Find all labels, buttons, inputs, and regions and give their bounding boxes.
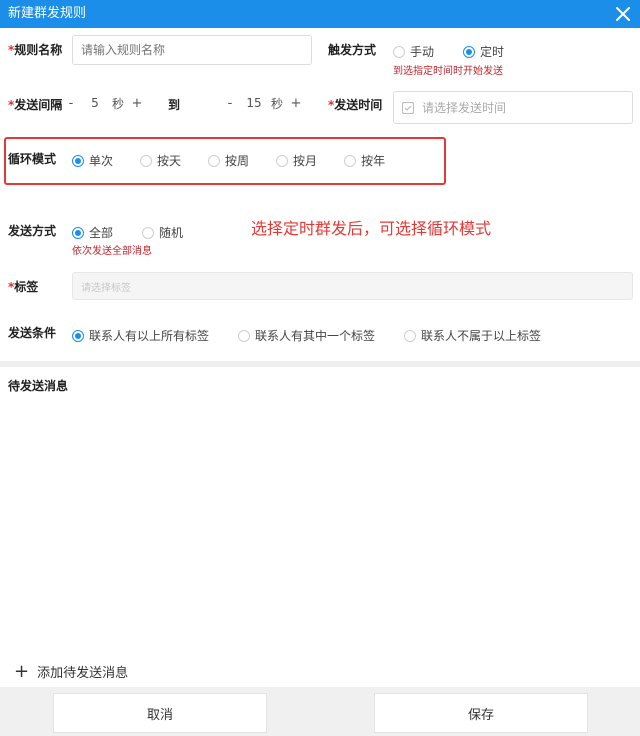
send-method-option-random[interactable]: 随机: [142, 224, 183, 241]
interval-label: *发送间隔: [8, 98, 63, 112]
loop-option-weekly[interactable]: 按周: [208, 152, 249, 169]
send-time-placeholder: 请选择发送时间: [422, 101, 507, 115]
radio-icon: [404, 329, 417, 342]
tags-select[interactable]: 请选择标签: [72, 272, 633, 300]
interval-from-unit: 秒: [111, 96, 124, 111]
dialog-titlebar: 新建群发规则: [0, 0, 640, 28]
send-method-label: 发送方式: [8, 224, 57, 238]
radio-icon: [344, 154, 357, 167]
radio-icon: [140, 154, 153, 167]
trigger-option-scheduled[interactable]: 定时: [463, 43, 504, 60]
condition-option-no-tags[interactable]: 联系人不属于以上标签: [404, 327, 541, 344]
radio-checked-icon: [72, 154, 84, 167]
cancel-button[interactable]: 取消: [53, 693, 267, 733]
tags-placeholder: 请选择标签: [81, 282, 131, 294]
pending-messages-title: 待发送消息: [8, 379, 69, 393]
loop-mode-label: 循环模式: [8, 152, 57, 166]
loop-option-monthly[interactable]: 按月: [276, 152, 317, 169]
send-time-label: *发送时间: [328, 98, 383, 112]
add-pending-message-button[interactable]: + 添加待发送消息: [14, 662, 128, 681]
radio-checked-icon: [72, 226, 84, 239]
add-pending-message-label: 添加待发送消息: [37, 666, 129, 681]
minus-button[interactable]: -: [61, 96, 81, 111]
condition-option-any-tag[interactable]: 联系人有其中一个标签: [238, 327, 375, 344]
send-time-picker[interactable]: 请选择发送时间: [393, 91, 633, 124]
trigger-hint: 到选指定时间时开始发送: [393, 66, 503, 77]
send-condition-label: 发送条件: [8, 326, 57, 340]
send-method-radio-group: 全部 随机: [72, 224, 183, 241]
interval-to-stepper: - 15 秒 +: [220, 92, 306, 114]
interval-to-unit: 秒: [270, 96, 283, 111]
annotation-text: 选择定时群发后，可选择循环模式: [251, 219, 492, 238]
radio-icon: [142, 226, 155, 239]
radio-icon: [238, 329, 251, 342]
interval-to-value[interactable]: 15: [240, 96, 268, 110]
send-condition-radio-group: 联系人有以上所有标签 联系人有其中一个标签 联系人不属于以上标签: [72, 327, 541, 344]
save-button[interactable]: 保存: [374, 693, 588, 733]
tags-label: *标签: [8, 280, 39, 294]
loop-option-daily[interactable]: 按天: [140, 152, 181, 169]
rule-name-label: *规则名称: [8, 43, 63, 57]
close-icon[interactable]: [612, 3, 634, 25]
interval-from-value[interactable]: 5: [81, 96, 109, 110]
plus-button[interactable]: +: [127, 96, 147, 111]
send-method-hint: 依次发送全部消息: [72, 246, 152, 257]
condition-option-all-tags[interactable]: 联系人有以上所有标签: [72, 327, 209, 344]
interval-to-label: 到: [168, 98, 181, 112]
loop-option-once[interactable]: 单次: [72, 152, 113, 169]
radio-icon: [276, 154, 289, 167]
calendar-icon: [402, 101, 414, 114]
section-divider: [0, 361, 640, 367]
plus-icon: +: [14, 660, 30, 682]
dialog-footer: 取消 保存: [0, 687, 640, 736]
trigger-radio-group: 手动 定时: [393, 43, 504, 60]
rule-name-input[interactable]: [72, 35, 312, 65]
trigger-label: 触发方式: [328, 43, 377, 57]
loop-mode-radio-group: 单次 按天 按周 按月 按年: [72, 152, 385, 169]
interval-from-stepper: - 5 秒 +: [61, 92, 147, 114]
plus-button[interactable]: +: [286, 96, 306, 111]
radio-icon: [393, 45, 405, 58]
trigger-option-manual[interactable]: 手动: [393, 43, 434, 60]
radio-icon: [208, 154, 221, 167]
dialog-title: 新建群发规则: [8, 6, 87, 21]
send-method-option-all[interactable]: 全部: [72, 224, 113, 241]
radio-checked-icon: [463, 45, 476, 58]
loop-option-yearly[interactable]: 按年: [344, 152, 385, 169]
minus-button[interactable]: -: [220, 96, 240, 111]
radio-checked-icon: [72, 329, 84, 342]
